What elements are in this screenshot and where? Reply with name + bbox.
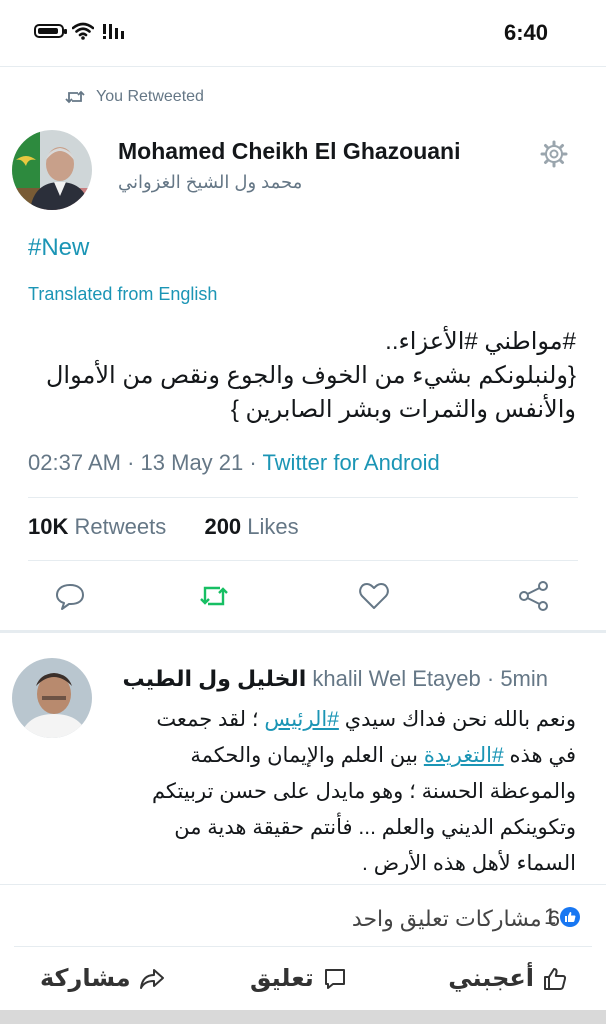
status-icons bbox=[34, 22, 128, 40]
comment-text-part: ؛ لقد جمعت bbox=[156, 708, 265, 731]
gear-icon[interactable] bbox=[540, 140, 568, 168]
divider bbox=[14, 946, 592, 947]
wifi-icon bbox=[72, 22, 94, 40]
likes-label[interactable]: Likes bbox=[247, 514, 298, 539]
tweet-text: #مواطني #الأعزاء.. {ولنبلونكم بشيء من ال… bbox=[16, 325, 576, 427]
like-badge-icon bbox=[560, 907, 581, 927]
comment-button-label: تعليق bbox=[250, 965, 314, 992]
hashtag-link[interactable]: #التغريدة bbox=[424, 744, 504, 767]
comment-text-part: في هذه bbox=[503, 744, 576, 767]
section-divider bbox=[0, 630, 606, 633]
author-name[interactable]: Mohamed Cheikh El Ghazouani bbox=[118, 138, 460, 165]
separator: · bbox=[249, 450, 263, 475]
tweet-time: 02:37 AM bbox=[28, 450, 121, 475]
comment-line: ونعم بالله نحن فداك سيدي #الرئيس ؛ لقد ج… bbox=[106, 702, 576, 738]
comment-text: ونعم بالله نحن فداك سيدي #الرئيس ؛ لقد ج… bbox=[106, 702, 576, 882]
tweet-stats: 10K Retweets 200 Likes bbox=[28, 514, 299, 540]
like-button[interactable]: أعجبني bbox=[448, 964, 568, 993]
share-button-label: مشاركة bbox=[40, 965, 131, 992]
divider bbox=[28, 560, 578, 561]
retweeted-label: You Retweeted bbox=[96, 88, 204, 105]
comment-line: والموعظة الحسنة ؛ وهو مايدل على حسن تربي… bbox=[151, 780, 576, 803]
separator: · bbox=[127, 450, 141, 475]
tweet-line: {ولنبلونكم بشيء من الخوف والجوع ونقص من … bbox=[45, 362, 576, 389]
comment-text-part: ونعم بالله نحن فداك سيدي bbox=[338, 708, 576, 731]
author-handle[interactable]: محمد ول الشيخ الغزواني bbox=[118, 172, 302, 193]
share-button[interactable]: مشاركة bbox=[40, 964, 165, 993]
tweet-line: والأنفس والثمرات وبشر الصابرين } bbox=[230, 396, 576, 423]
thumbs-up-icon bbox=[544, 967, 567, 990]
hashtag-link[interactable]: #الرئيس bbox=[264, 708, 338, 731]
comment-header: الخليل ول الطيب khalil Wel Etayeb · 5min bbox=[123, 666, 548, 692]
retweets-count[interactable]: 10K bbox=[28, 514, 68, 539]
comment-text-part: بين العلم والإيمان والحكمة bbox=[190, 744, 424, 767]
share-icon[interactable] bbox=[516, 578, 552, 614]
comment-button[interactable]: تعليق bbox=[250, 964, 348, 993]
tweet-meta: 02:37 AM · 13 May 21 · Twitter for Andro… bbox=[28, 450, 440, 476]
retweet-small-icon bbox=[65, 90, 85, 104]
retweet-icon[interactable] bbox=[196, 578, 232, 614]
translated-label[interactable]: Translated from English bbox=[28, 284, 217, 305]
retweets-label[interactable]: Retweets bbox=[74, 514, 166, 539]
tweet-source[interactable]: Twitter for Android bbox=[262, 450, 439, 475]
bottom-bar bbox=[0, 1010, 606, 1024]
share-arrow-icon bbox=[139, 968, 164, 989]
commenter-name-en[interactable]: khalil Wel Etayeb bbox=[312, 666, 480, 691]
signal-icon bbox=[103, 24, 124, 39]
comment-line: وتكوينكم الديني والعلم ... فأنتم حقيقة ه… bbox=[174, 816, 576, 839]
like-button-label: أعجبني bbox=[448, 965, 534, 992]
comment-time: 5min bbox=[500, 666, 548, 691]
likes-count[interactable]: 200 bbox=[204, 514, 241, 539]
shares-comments-count[interactable]: 6 مشاركات تعليق واحد bbox=[352, 906, 560, 932]
commenter-name-ar[interactable]: الخليل ول الطيب bbox=[123, 666, 307, 691]
comment-icon bbox=[324, 968, 345, 989]
tweet-date: 13 May 21 bbox=[140, 450, 244, 475]
commenter-avatar[interactable] bbox=[12, 658, 92, 738]
reply-icon[interactable] bbox=[52, 578, 88, 614]
comment-line: في هذه #التغريدة بين العلم والإيمان والح… bbox=[106, 738, 576, 774]
tweet-line: #مواطني #الأعزاء.. bbox=[385, 328, 576, 355]
divider bbox=[28, 497, 578, 498]
status-time: 6:40 bbox=[503, 20, 548, 45]
battery-icon bbox=[34, 24, 67, 38]
author-avatar[interactable] bbox=[12, 130, 92, 210]
like-icon[interactable] bbox=[356, 578, 392, 614]
hashtag-link[interactable]: #New bbox=[28, 234, 89, 262]
comment-line: السماء لأهل هذه الأرض . bbox=[362, 852, 576, 875]
separator: · bbox=[486, 666, 501, 691]
divider bbox=[0, 884, 606, 885]
retweeted-indicator: You Retweeted bbox=[64, 88, 204, 106]
divider bbox=[0, 66, 606, 67]
